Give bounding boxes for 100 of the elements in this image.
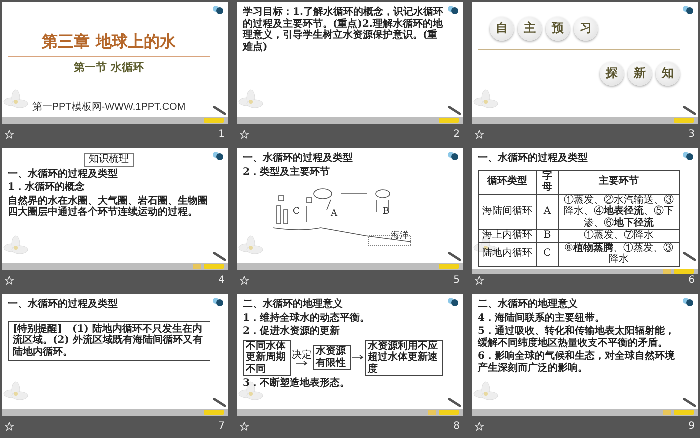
slide-paragraph: 5．通过吸收、转化和传输地表太阳辐射能，缓解不同纬度地区热量收支不平衡的矛盾。	[478, 326, 676, 349]
slide-number: 2	[454, 128, 460, 142]
slide-number: 6	[688, 274, 695, 288]
slide-number: 5	[454, 274, 460, 288]
star-icon	[240, 130, 249, 138]
slide-thumbnail[interactable]: 自 主 预 习 探 新 知	[472, 2, 698, 124]
slide-thumbnail[interactable]: 一、水循环的过程及类型 [特别提醒] (1) 陆地内循环不只发生在内流区域。(2) 外流区域既有海陆间循环又有陆地内循环。	[2, 294, 228, 416]
diagram-label: C	[293, 207, 300, 217]
section-tag: 知识梳理	[84, 153, 134, 166]
slide-subtitle: 第一节 水循环	[73, 62, 145, 76]
star-icon	[5, 422, 14, 430]
slide-heading: 一、水循环的过程及类型	[8, 168, 119, 180]
dots-icon	[212, 5, 224, 15]
nav-button	[674, 118, 694, 123]
dots-icon	[447, 297, 459, 307]
dots-icon	[682, 151, 694, 161]
star-icon	[5, 276, 14, 284]
slide-heading: 二、水循环的地理意义	[478, 299, 579, 310]
slide-number: 1	[218, 128, 225, 142]
column-header: 字母	[536, 170, 558, 194]
table-cell: ⑧植物蒸腾、①蒸发、③降水	[558, 242, 680, 266]
table-cell: ①蒸发、⑦降水	[558, 230, 680, 242]
table-cell: C	[536, 242, 558, 266]
star-icon	[5, 130, 14, 138]
connector-label: 决定	[292, 350, 312, 361]
pen-icon	[213, 106, 226, 115]
circle-label: 自	[490, 17, 514, 41]
table-cell: ①蒸发、②水汽输送、③降水、④地表径流、⑤下渗、⑥地下径流	[558, 194, 680, 230]
slide-heading: 一、水循环的过程及类型	[8, 299, 119, 310]
pen-icon	[213, 398, 226, 407]
nav-button	[674, 410, 694, 415]
slide-heading: 1．水循环的概念	[8, 182, 86, 194]
slide-thumbnail[interactable]: 学习目标：1.了解水循环的概念，识记水循环的过程及主要环节。(重点)2.理解水循环的地理意义，引导学生树立水资源保护意识。(重难点)	[237, 2, 463, 124]
slide-paragraph: 自然界的水在水圈、大气圈、岩石圈、生物圈四大圈层中通过各个环节连续运动的过程。	[8, 196, 209, 218]
flow-box: 水资源利用不应超过水体更新速度	[365, 340, 443, 376]
slide-paragraph: 学习目标：1.了解水循环的概念，识记水循环的过程及主要环节。(重点)2.理解水循环的地理意义，引导学生树立水资源保护意识。(重难点)	[243, 7, 444, 53]
column-header: 主要环节	[558, 170, 680, 194]
circle-label: 习	[574, 17, 598, 41]
slide-thumbnail[interactable]: 第三章 地球上的水 第一节 水循环 第一PPT模板网-WWW.1PPT.COM	[2, 2, 228, 124]
slide-heading: 二、水循环的地理意义	[243, 299, 344, 310]
nav-button	[439, 410, 459, 415]
circle-label: 新	[628, 62, 652, 86]
circle-label: 知	[656, 62, 680, 86]
slide-thumbnail[interactable]: 二、水循环的地理意义 4．海陆间联系的主要纽带。 5．通过吸收、转化和传输地表太阳辐射能，缓解不同纬度地区热量收支不平衡的矛盾。 6．影响全球的气候和生态，对全球自然环境产生深刻而广泛的影响。	[472, 294, 698, 416]
pen-icon	[448, 252, 461, 261]
pen-icon	[448, 106, 461, 115]
table-cell: B	[536, 230, 558, 242]
arrow-icon	[352, 355, 364, 360]
slide-number: 4	[218, 274, 225, 288]
pen-icon	[683, 398, 696, 407]
slide-paragraph: 4．海陆间联系的主要纽带。	[478, 312, 606, 324]
diagram-label: A	[331, 209, 338, 219]
nav-button	[204, 118, 224, 123]
slide-paragraph: 2．促进水资源的更新	[243, 326, 341, 338]
table-cell: 陆地内循环	[478, 242, 536, 266]
table-cell: A	[536, 194, 558, 230]
slide-heading: 一、水循环的过程及类型	[243, 153, 354, 164]
dots-icon	[682, 297, 694, 307]
back-button	[663, 268, 671, 274]
star-icon	[475, 422, 484, 430]
star-icon	[240, 276, 249, 284]
column-header: 循环类型	[478, 170, 536, 194]
dots-icon	[212, 297, 224, 307]
circle-label: 预	[546, 17, 570, 41]
star-icon	[240, 422, 249, 430]
nav-button	[674, 268, 694, 274]
diagram-label: B	[383, 207, 390, 217]
arrow-icon	[296, 361, 308, 366]
slide-number: 8	[454, 420, 460, 434]
slide-paragraph: 1．维持全球水的动态平衡。	[243, 312, 371, 324]
circle-label: 主	[518, 17, 542, 41]
slide-number: 9	[688, 420, 695, 434]
back-button	[663, 410, 671, 415]
slide-heading: 一、水循环的过程及类型	[478, 153, 589, 164]
back-button	[193, 264, 201, 269]
pen-icon	[213, 252, 226, 261]
dots-icon	[447, 151, 459, 161]
table-cell: 海陆间循环	[478, 194, 536, 230]
slide-thumbnail[interactable]: 知识梳理 一、水循环的过程及类型 1．水循环的概念 自然界的水在水圈、大气圈、岩石圈、生物圈四大圈层中通过各个环节连续运动的过程。	[2, 148, 228, 270]
nav-button	[204, 410, 224, 415]
slide-paragraph: 3．不断塑造地表形态。	[243, 378, 351, 390]
flow-box: 水资源有限性	[313, 345, 351, 370]
pen-icon	[448, 398, 461, 407]
slide-heading: 2．类型及主要环节	[243, 166, 331, 178]
dots-icon	[682, 5, 694, 15]
callout-note: [特别提醒] (1) 陆地内循环不只发生在内流区域。(2) 外流区域既有海陆间循环又有陆地内循环。	[8, 320, 210, 361]
back-button	[428, 410, 436, 415]
pen-icon	[683, 106, 696, 115]
pen-icon	[683, 252, 696, 261]
diagram-label: 海洋	[391, 231, 409, 241]
dots-icon	[447, 5, 459, 15]
circle-label: 探	[600, 62, 624, 86]
slide-number: 7	[218, 420, 225, 434]
slide-thumbnail[interactable]: 一、水循环的过程及类型 2．类型及主要环节 C A B 海洋	[237, 148, 463, 270]
table-cell: 海上内循环	[478, 230, 536, 242]
flow-box: 不同水体更新周期不同	[243, 340, 291, 376]
nav-button	[439, 264, 459, 269]
nav-button	[439, 118, 459, 123]
nav-button	[204, 264, 224, 269]
footer-text: 第一PPT模板网-WWW.1PPT.COM	[32, 102, 186, 113]
